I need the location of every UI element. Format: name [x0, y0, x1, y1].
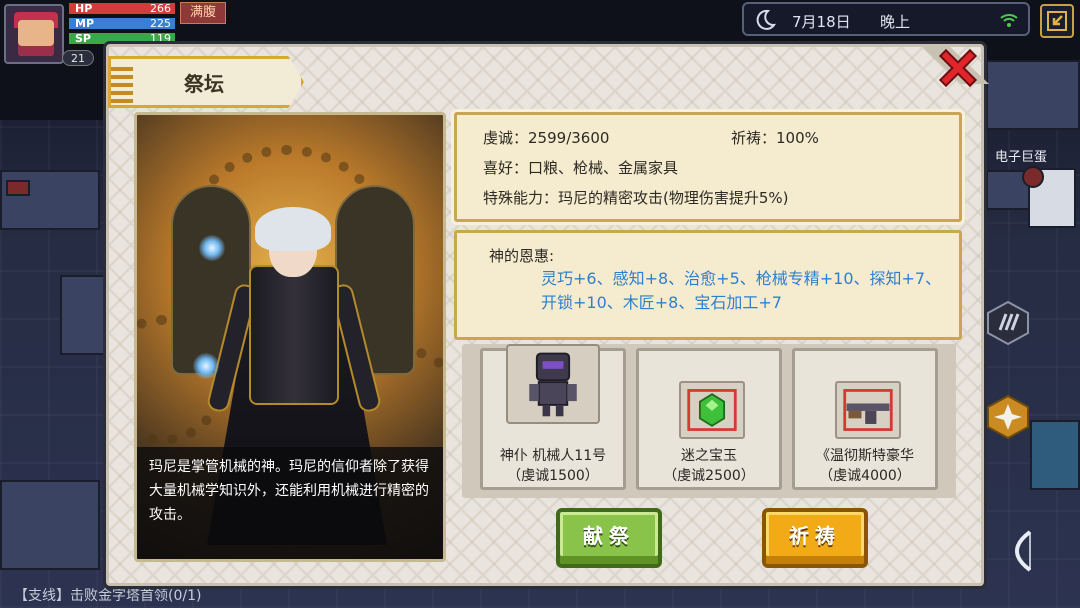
god-info-panel: 虔诚：2599/3600 祈祷：100% 喜好：口粮、枪械、金属家具 特殊能力：… [454, 112, 962, 222]
wifi-icon [1000, 14, 1018, 27]
hp-label: HP [75, 2, 93, 15]
devotion-value: 2599/3600 [528, 129, 610, 147]
shuriken-icon [987, 394, 1029, 440]
bow-icon [1015, 530, 1032, 572]
reward-cost: （虔诚2500） [663, 468, 755, 484]
rifle-icon [843, 389, 893, 431]
likes-row: 喜好：口粮、枪械、金属家具 [483, 157, 678, 178]
game-time-of-day: 晚上 [880, 13, 911, 31]
bow-weapon-button[interactable] [1000, 528, 1044, 574]
hunger-status-tag[interactable]: 满腹 [180, 2, 226, 24]
reward-cost: （虔诚1500） [507, 468, 599, 484]
date-time-bar: 7月18日 晚上 [742, 2, 1030, 36]
npc-figure [60, 275, 110, 355]
reward-icon-frame [679, 381, 745, 439]
green-gem-icon [687, 389, 737, 431]
game-date: 7月18日 [792, 13, 851, 31]
offer-button[interactable]: 献祭 [556, 508, 662, 568]
prayer-row: 祈祷：100% [731, 127, 819, 148]
player-level-badge: 21 [62, 50, 94, 66]
prayer-value: 100% [776, 129, 819, 147]
blessing-panel: 神的恩惠: 灵巧+6、感知+8、治愈+5、枪械专精+10、探知+7、开锁+10、… [454, 230, 962, 340]
exit-arrow-icon [1047, 11, 1067, 31]
reward-icon-frame [506, 344, 600, 424]
red-ball-prop [1022, 166, 1044, 188]
hp-value: 266 [150, 2, 171, 15]
dialog-title: 祭坛 [184, 72, 224, 96]
ability-value: 玛尼的精密攻击(物理伤害提升5%) [558, 189, 789, 207]
close-icon [938, 48, 978, 88]
sp-label: SP [75, 32, 91, 45]
likes-label: 喜好： [483, 159, 529, 177]
mp-label: MP [75, 17, 95, 30]
god-description: 玛尼是掌管机械的神。玛尼的信仰者除了获得大量机械学知识外，还能利用机械进行精密的… [137, 447, 443, 559]
player-avatar[interactable] [4, 4, 64, 64]
exit-button[interactable] [1040, 4, 1074, 38]
pray-button[interactable]: 祈祷 [762, 508, 868, 568]
floor-prop [0, 480, 100, 570]
ability-label: 特殊能力： [483, 189, 559, 207]
devotion-row: 虔诚：2599/3600 [483, 127, 609, 148]
wall-machine [986, 60, 1080, 130]
robot-icon [529, 352, 577, 417]
quest-tracker[interactable]: 【支线】击败金字塔首领(0/1) [14, 584, 454, 608]
red-machine-light [6, 180, 30, 196]
blessing-list: 灵巧+6、感知+8、治愈+5、枪械专精+10、探知+7、开锁+10、木匠+8、宝… [541, 269, 942, 312]
god-torso [249, 265, 339, 405]
hp-bar: HP 266 [68, 2, 176, 15]
reward-name: 迷之宝玉 [681, 448, 737, 464]
god-portrait: 玛尼是掌管机械的神。玛尼的信仰者除了获得大量机械学知识外，还能利用机械进行精密的… [134, 112, 446, 562]
devotion-label: 虔诚： [483, 129, 529, 147]
moon-icon [756, 9, 776, 30]
reward-cost: （虔诚4000） [819, 468, 911, 484]
skill-claw-icon [987, 300, 1029, 346]
reward-icon-frame [835, 381, 901, 439]
location-label: 电子巨蛋 [995, 150, 1048, 165]
notebook-rings-icon [111, 67, 133, 103]
reward-slot-rifle[interactable]: 《温彻斯特豪华 （虔诚4000） [792, 348, 938, 490]
ability-row: 特殊能力：玛尼的精密攻击(物理伤害提升5%) [483, 187, 789, 208]
prayer-label: 祈祷： [731, 129, 777, 147]
reward-name: 《温彻斯特豪华 [816, 448, 914, 464]
reward-slot-gem[interactable]: 迷之宝玉 （虔诚2500） [636, 348, 782, 490]
close-button[interactable] [938, 48, 978, 88]
mp-bar: MP 225 [68, 17, 176, 30]
machine-prop [0, 170, 100, 230]
reward-name: 神仆 机械人11号 [499, 448, 607, 464]
skill-button[interactable] [986, 300, 1030, 346]
mp-value: 225 [150, 17, 171, 30]
likes-value: 口粮、枪械、金属家具 [528, 159, 679, 177]
glowing-orb [199, 235, 225, 261]
avatar-face [18, 20, 54, 56]
glowing-orb [193, 353, 219, 379]
blessing-title: 神的恩惠: [489, 247, 555, 265]
shuriken-button[interactable] [986, 394, 1030, 440]
npc-blue-figure [1030, 420, 1080, 490]
god-white-hair [255, 207, 331, 251]
